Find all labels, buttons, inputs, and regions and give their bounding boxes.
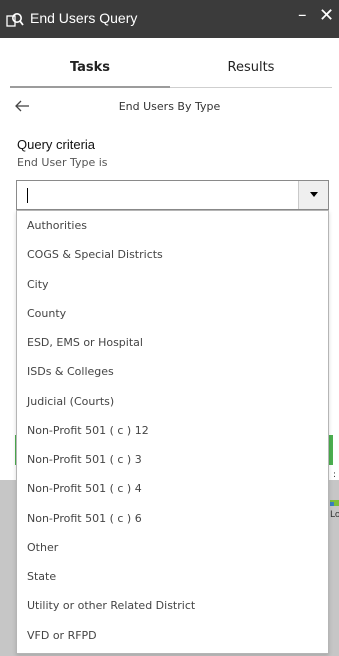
dropdown-option[interactable]: Non-Profit 501 ( c ) 4: [17, 474, 328, 503]
dropdown-option[interactable]: Authorities: [17, 211, 328, 240]
dropdown-option[interactable]: Utility or other Related District: [17, 591, 328, 620]
dropdown-option[interactable]: City: [17, 270, 328, 299]
svg-text:Lo: Lo: [330, 510, 339, 520]
minimize-button[interactable]: –: [298, 5, 307, 25]
criteria-label: End User Type is: [17, 156, 108, 169]
tab-results[interactable]: Results: [170, 60, 332, 88]
dropdown-option[interactable]: State: [17, 562, 328, 591]
query-search-icon: [6, 11, 24, 29]
dropdown-option[interactable]: Non-Profit 501 ( c ) 3: [17, 445, 328, 474]
dropdown-option[interactable]: Other: [17, 533, 328, 562]
task-heading: End Users By Type: [118, 100, 221, 113]
text-cursor: [27, 188, 28, 203]
map-legend-fragment: Lo: [330, 500, 339, 522]
window-titlebar: End Users Query – ✕: [0, 0, 339, 38]
dropdown-option[interactable]: County: [17, 299, 328, 328]
dropdown-option[interactable]: Non-Profit 501 ( c ) 6: [17, 504, 328, 533]
map-dots: :: [333, 470, 337, 480]
close-button[interactable]: ✕: [319, 5, 334, 26]
dropdown-option[interactable]: COGS & Special Districts: [17, 240, 328, 269]
tab-bar: Tasks Results: [10, 60, 332, 88]
dropdown-option[interactable]: ESD, EMS or Hospital: [17, 328, 328, 357]
criteria-title: Query criteria: [17, 137, 96, 152]
window-title: End Users Query: [30, 10, 138, 26]
end-user-type-select[interactable]: [16, 180, 329, 210]
dropdown-option[interactable]: ISDs & Colleges: [17, 357, 328, 386]
dropdown-option[interactable]: Judicial (Courts): [17, 387, 328, 416]
dropdown-option[interactable]: Non-Profit 501 ( c ) 12: [17, 416, 328, 445]
tab-tasks[interactable]: Tasks: [10, 60, 170, 88]
end-user-type-options: Authorities COGS & Special Districts City C…: [16, 210, 329, 654]
dropdown-toggle-button[interactable]: [298, 181, 328, 209]
dropdown-option[interactable]: VFD or RFPD: [17, 621, 328, 650]
caret-down-icon: [310, 192, 318, 197]
